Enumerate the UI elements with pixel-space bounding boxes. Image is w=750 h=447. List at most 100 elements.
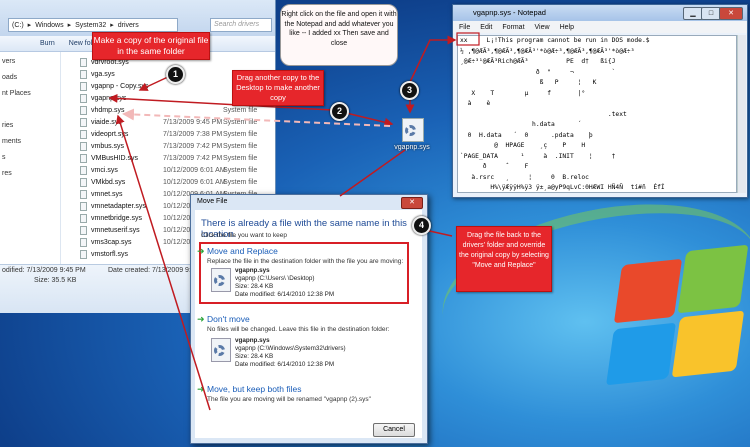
- file-icon: [211, 338, 231, 362]
- arrow-right-icon: ➜: [197, 384, 205, 394]
- nav-item[interactable]: res: [2, 170, 12, 177]
- notepad-scrollbar[interactable]: [737, 35, 746, 193]
- notepad-line: xx L¡!This program cannot be run in DOS …: [460, 37, 650, 44]
- notepad-line: h.data ´: [460, 121, 582, 128]
- breadcrumb[interactable]: (C:) ▸ Windows ▸ System32 ▸ drivers: [8, 18, 178, 32]
- dialog-subheading: Click the file you want to keep: [201, 232, 287, 239]
- minimize-button[interactable]: ▁: [683, 7, 703, 20]
- breadcrumb-item-drivers[interactable]: drivers: [118, 22, 139, 29]
- file-icon: [80, 177, 87, 187]
- menu-format[interactable]: Format: [502, 24, 524, 31]
- notepad-line: 0 H.data ´ 0 .pdata þ: [460, 131, 593, 139]
- notepad-line: .text: [460, 110, 639, 118]
- callout-step4: Drag the file back to the drivers' folde…: [456, 226, 552, 292]
- nav-item[interactable]: ments: [2, 138, 21, 145]
- file-icon: [80, 153, 87, 163]
- file-icon: [80, 141, 87, 151]
- file-info: vgapnp.sys vgapnp (C:\Users\ \Desktop) S…: [235, 267, 334, 299]
- step-marker-4: 4: [412, 216, 431, 235]
- file-name: vgapnp.sys: [235, 267, 270, 274]
- breadcrumb-item-system32[interactable]: System32: [75, 22, 106, 29]
- file-path: vgapnp (C:\Users\ \Desktop): [235, 275, 315, 282]
- file-name: vms3cap.sys: [91, 238, 132, 246]
- file-icon: [80, 201, 87, 211]
- file-icon: [80, 57, 87, 67]
- nav-item[interactable]: oads: [2, 74, 17, 81]
- file-size: Size: 28.4 KB: [235, 283, 274, 290]
- notepad-line: `PAGE_DATA ¹ à .INIT ¦ †: [460, 152, 616, 160]
- notepad-line: à è: [460, 100, 491, 107]
- nav-item[interactable]: vers: [2, 58, 15, 65]
- file-row[interactable]: VMkbd.sys 10/12/2009 6:01 AM System file: [80, 176, 275, 188]
- file-type: System file: [223, 166, 258, 174]
- file-type: System file: [223, 142, 258, 150]
- notepad-line: ½ ,¶@ÆÃ³,¶@ÆÃ³,¶@ÆÃ³'*ò@Æ÷³,¶@ÆÃ³,¶@ÆÃ³'…: [460, 47, 635, 55]
- menu-help[interactable]: Help: [560, 24, 574, 31]
- option-title: Move and Replace: [207, 246, 278, 256]
- notepad-text-area[interactable]: xx L¡!This program cannot be run in DOS …: [457, 35, 737, 193]
- callout-step3: Right click on the file and open it with…: [280, 4, 398, 66]
- nav-item[interactable]: ries: [2, 122, 13, 129]
- arrow-right-icon: ➜: [197, 246, 205, 256]
- breadcrumb-item-drive[interactable]: (C:): [12, 22, 24, 29]
- breadcrumb-item-windows[interactable]: Windows: [35, 22, 63, 29]
- option-title: Move, but keep both files: [207, 384, 302, 394]
- windows-logo-yellow: [671, 310, 745, 378]
- file-row[interactable]: VMBusHID.sys 7/13/2009 7:42 PM System file: [80, 152, 275, 164]
- file-row[interactable]: viaide.sys 7/13/2009 9:45 PM System file: [80, 116, 275, 128]
- notepad-line: ß P ¦ K: [460, 79, 597, 86]
- nav-item[interactable]: s: [2, 154, 6, 161]
- details-modified: odified: 7/13/2009 9:45 PM: [2, 267, 86, 274]
- file-name: vgapnp - Copy.sys: [91, 82, 149, 90]
- file-type: System file: [223, 130, 258, 138]
- option-title: Don't move: [207, 314, 250, 324]
- gear-icon: [214, 275, 225, 286]
- desktop-file-icon[interactable]: vgapnp.sys: [394, 118, 430, 151]
- step-marker-2: 2: [330, 102, 349, 121]
- windows-logo-red: [613, 258, 683, 324]
- callout-step1: Make a copy of the original file in the …: [92, 32, 210, 60]
- file-icon: [80, 69, 87, 79]
- file-icon: [80, 129, 87, 139]
- notepad-line: H%\ÿÆÿÿH%ÿ3 ÿ±¸a@yP9qLvC:0HÆWI HÑ4Ñ tí#ñ…: [460, 184, 665, 191]
- dialog-title: Move File: [197, 198, 228, 205]
- file-date: 7/13/2009 9:45 PM: [163, 118, 223, 126]
- dialog-close-button[interactable]: ✕: [401, 197, 423, 209]
- close-button[interactable]: ✕: [719, 7, 743, 20]
- file-name: vmstorfl.sys: [91, 250, 128, 258]
- notepad-title: vgapnp.sys - Notepad: [473, 8, 546, 17]
- file-icon: [80, 165, 87, 175]
- search-input[interactable]: Search drivers: [210, 18, 272, 32]
- file-date: 10/12/2009 6:01 AM: [163, 166, 226, 174]
- notepad-titlebar[interactable]: vgapnp.sys - Notepad ▁ □ ✕: [453, 5, 747, 21]
- dialog-body: There is already a file with the same na…: [195, 210, 422, 438]
- file-icon: [80, 81, 87, 91]
- file-date: 7/13/2009 7:42 PM: [163, 142, 223, 150]
- gear-icon: [405, 125, 416, 136]
- menu-file[interactable]: File: [459, 24, 470, 31]
- file-path: vgapnp (C:\Windows\System32\drivers): [235, 345, 346, 352]
- file-name: vmnet.sys: [91, 190, 123, 198]
- file-name: vmnetuserif.sys: [91, 226, 140, 234]
- notepad-window: vgapnp.sys - Notepad ▁ □ ✕ File Edit For…: [452, 4, 748, 198]
- details-size: Size: 35.5 KB: [34, 277, 77, 284]
- file-name: vmci.sys: [91, 166, 118, 174]
- file-icon: [211, 268, 231, 292]
- nav-item[interactable]: nt Places: [2, 90, 31, 97]
- file-row[interactable]: videoprt.sys 7/13/2009 7:38 PM System file: [80, 128, 275, 140]
- file-date: Date modified: 6/14/2010 12:38 PM: [235, 361, 335, 368]
- burn-button[interactable]: Burn: [40, 40, 55, 47]
- menu-view[interactable]: View: [535, 24, 550, 31]
- file-icon: [80, 225, 87, 235]
- cancel-button[interactable]: Cancel: [373, 423, 415, 437]
- file-size: Size: 28.4 KB: [235, 353, 274, 360]
- file-row[interactable]: vmci.sys 10/12/2009 6:01 AM System file: [80, 164, 275, 176]
- file-row[interactable]: vmbus.sys 7/13/2009 7:42 PM System file: [80, 140, 275, 152]
- file-type: System file: [223, 178, 258, 186]
- file-name: viaide.sys: [91, 118, 122, 126]
- notepad-line: ð ˆ F: [460, 163, 529, 170]
- maximize-button[interactable]: □: [701, 7, 721, 20]
- menu-edit[interactable]: Edit: [480, 24, 492, 31]
- notepad-line: @ HPAGE ¸ç P H: [460, 142, 586, 149]
- file-type: System file: [223, 118, 258, 126]
